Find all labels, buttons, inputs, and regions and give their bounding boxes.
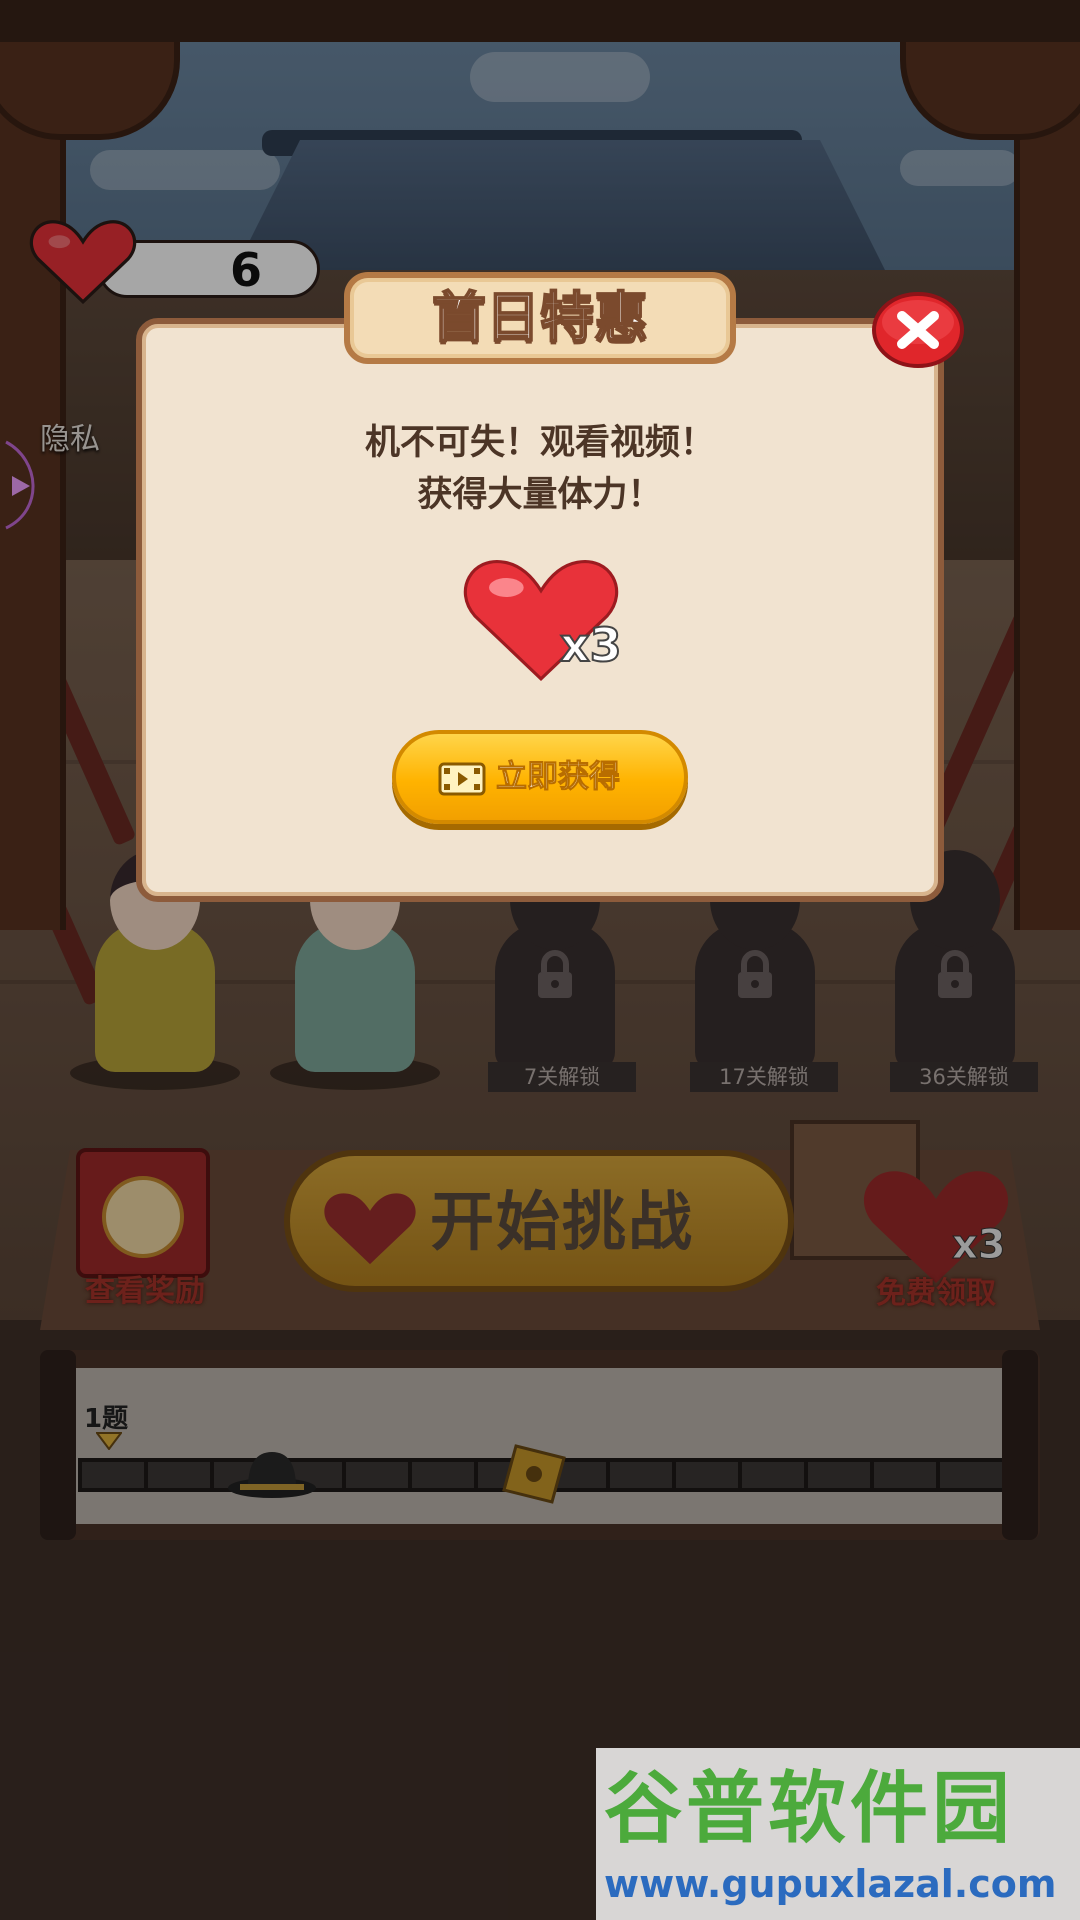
dialog-title-plate: 首日特惠 — [344, 272, 736, 364]
watermark-title: 谷普软件园 — [604, 1764, 1015, 1854]
dialog-title: 首日特惠 — [431, 285, 649, 350]
close-icon[interactable] — [872, 292, 964, 368]
reward-multiplier: x3 — [559, 617, 623, 673]
claim-now-label: 立即获得 — [496, 759, 621, 796]
watermark-url: www.gupuxlazal.com — [604, 1862, 1057, 1906]
dialog-message-line2: 获得大量体力！ — [417, 475, 663, 515]
video-icon — [438, 762, 486, 796]
claim-now-button[interactable]: 立即获得 — [392, 730, 688, 824]
dialog-message-line1: 机不可失！观看视频！ — [364, 423, 715, 463]
